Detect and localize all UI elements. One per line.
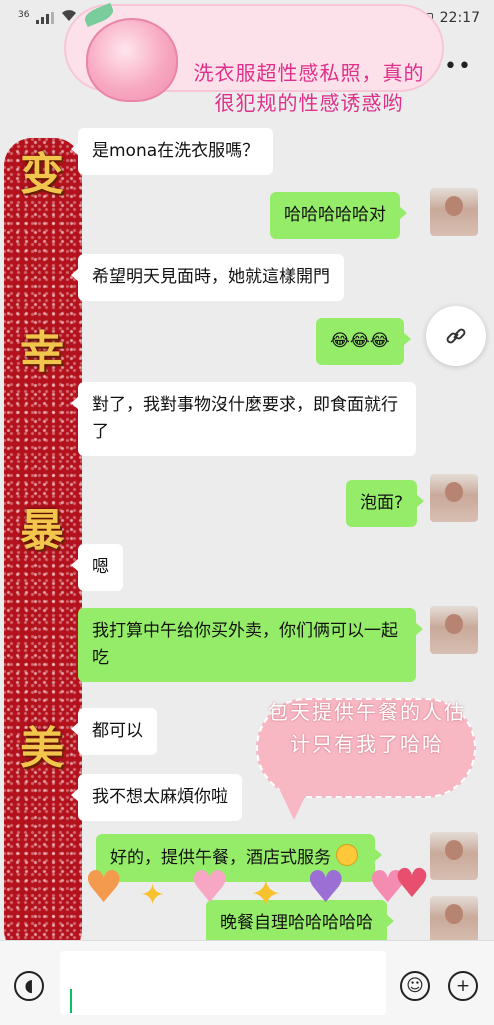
heart-icon: ♥ — [306, 862, 346, 913]
sticker-char: 美 — [20, 723, 64, 774]
message-bubble[interactable]: 嗯 — [71, 544, 123, 591]
sparkle-icon: ✦ — [140, 878, 166, 913]
emoji-icon[interactable]: ☺ — [400, 971, 430, 1001]
message-text: 嗯 — [92, 557, 109, 577]
message-text: 是mona在洗衣服嗎？ — [92, 141, 260, 161]
heart-icon: ♥ — [84, 862, 124, 913]
message-bubble[interactable]: 是mona在洗衣服嗎？ — [71, 128, 274, 175]
plus-icon[interactable]: + — [448, 971, 478, 1001]
chat-area[interactable]: 变 幸 暴 美 是mona在洗衣服嗎？ 哈哈哈哈哈对 希望明天見面時，她就這樣開… — [0, 96, 494, 940]
input-bar: ◖ ☺ + — [0, 940, 494, 1025]
bubble-tail — [71, 788, 79, 802]
bubble-tail — [71, 396, 79, 410]
sticker-char: 暴 — [20, 505, 64, 556]
message-input[interactable] — [60, 951, 386, 1015]
message-text: 我打算中午给你买外卖，你们俩可以一起吃 — [92, 621, 398, 668]
message-text: 希望明天見面時，她就這樣開門 — [92, 267, 330, 287]
avatar[interactable] — [430, 832, 478, 880]
cloud-sticker-text: 包天提供午餐的人估计只有我了哈哈 — [268, 700, 466, 756]
status-time: 22:17 — [439, 10, 480, 26]
bubble-tail — [71, 558, 79, 572]
message-bubble[interactable]: 😂😂😂 — [316, 318, 411, 365]
sparkle-icon: ✦ — [250, 872, 282, 916]
message-text: 泡面? — [360, 493, 404, 513]
bubble-tail — [399, 206, 407, 220]
voice-icon[interactable]: ◖ — [14, 971, 44, 1001]
bubble-tail — [71, 722, 79, 736]
peach-icon — [86, 18, 178, 102]
sticker-char: 变 — [20, 149, 64, 200]
message-text: 晚餐自理哈哈哈哈哈 — [220, 913, 373, 933]
message-text: 都可以 — [92, 721, 143, 741]
bubble-tail — [402, 332, 411, 346]
heart-icon: ♥ — [394, 861, 430, 907]
bubble-tail — [374, 848, 383, 862]
message-text: 對了，我對事物沒什麼要求，即食面就行了 — [92, 395, 398, 442]
text-caret — [70, 989, 72, 1013]
avatar[interactable] — [430, 474, 478, 522]
avatar[interactable] — [430, 188, 478, 236]
link-button[interactable] — [426, 306, 486, 366]
message-bubble[interactable]: 我打算中午给你买外卖，你们俩可以一起吃 — [78, 608, 423, 682]
message-text: 😂😂😂 — [330, 331, 390, 351]
signal-icon — [36, 12, 55, 24]
bubble-tail — [71, 142, 79, 156]
message-bubble[interactable]: 我不想太麻煩你啦 — [71, 774, 242, 821]
bubble-tail — [386, 914, 394, 928]
message-bubble[interactable]: 都可以 — [71, 708, 157, 755]
header-sticker-text: 洗衣服超性感私照，真的很犯规的性感诱惑哟 — [193, 61, 425, 115]
message-bubble[interactable]: 哈哈哈哈哈对 — [270, 192, 407, 239]
avatar[interactable] — [430, 896, 478, 940]
cloud-sticker-tail — [276, 782, 312, 820]
message-text: 我不想太麻煩你啦 — [92, 787, 228, 807]
message-bubble[interactable]: 泡面? — [346, 480, 425, 527]
message-text: 哈哈哈哈哈对 — [284, 205, 386, 225]
avatar[interactable] — [430, 606, 478, 654]
bubble-tail — [71, 268, 79, 282]
message-bubble[interactable]: 晚餐自理哈哈哈哈哈 — [206, 900, 394, 940]
heart-icon: ♥ — [190, 862, 230, 913]
glitter-sticker: 变 幸 暴 美 — [4, 138, 82, 940]
bubble-tail — [416, 494, 425, 508]
message-bubble[interactable]: 對了，我對事物沒什麼要求，即食面就行了 — [71, 382, 416, 456]
bubble-tail — [415, 622, 423, 636]
link-icon — [446, 328, 466, 344]
sticker-char: 幸 — [20, 327, 64, 378]
message-bubble[interactable]: 希望明天見面時，她就這樣開門 — [71, 254, 344, 301]
network-label: 36 — [18, 10, 30, 20]
